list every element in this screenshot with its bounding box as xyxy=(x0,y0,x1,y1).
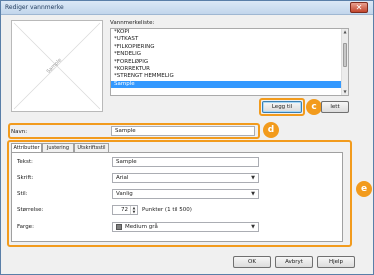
watermark-preview: Sample xyxy=(11,20,103,112)
scroll-thumb[interactable] xyxy=(343,43,347,67)
style-label: Stil: xyxy=(17,191,28,197)
list-item[interactable]: *FORELØPIG xyxy=(111,59,348,66)
scroll-up-icon[interactable]: ▲ xyxy=(342,29,348,35)
scroll-down-icon[interactable]: ▼ xyxy=(342,89,348,95)
style-select-value: Vanlig xyxy=(116,191,133,197)
attributes-panel: Tekst: Sample Skrift: Arial ▼ Stil: Vanl… xyxy=(11,152,343,242)
text-label: Tekst: xyxy=(17,159,33,165)
edit-watermark-dialog: Rediger vannmerke ✕ Sample Vannmerkelist… xyxy=(0,0,374,275)
chevron-down-icon: ▼ xyxy=(251,175,255,181)
font-label: Skrift: xyxy=(17,175,34,181)
list-item[interactable]: *STRENGT HEMMELIG xyxy=(111,73,348,80)
close-button[interactable]: ✕ xyxy=(350,2,368,13)
chevron-down-icon: ▼ xyxy=(251,191,255,197)
list-item-selected[interactable]: Sample xyxy=(111,80,348,89)
tab-alignment[interactable]: Justering xyxy=(42,143,74,152)
list-item[interactable]: *ENDELIG xyxy=(111,51,348,58)
help-button[interactable]: Hjelp xyxy=(317,256,355,268)
style-select[interactable]: Vanlig ▼ xyxy=(112,189,259,199)
list-item[interactable]: *KORREKTUR xyxy=(111,66,348,73)
ok-button[interactable]: OK xyxy=(233,256,271,268)
add-button[interactable]: Legg til xyxy=(262,101,302,113)
list-scrollbar[interactable]: ▲ ▼ xyxy=(341,29,348,95)
color-label: Farge: xyxy=(17,224,34,230)
name-field[interactable]: Sample xyxy=(111,126,255,136)
cancel-button[interactable]: Avbryt xyxy=(275,256,313,268)
font-select[interactable]: Arial ▼ xyxy=(112,173,259,183)
size-label: Størrelse: xyxy=(17,207,44,213)
color-swatch xyxy=(116,224,122,230)
font-select-value: Arial xyxy=(116,175,129,181)
chevron-down-icon: ▼ xyxy=(251,224,255,230)
list-item[interactable]: *KOPI xyxy=(111,29,348,36)
watermark-list[interactable]: *KOPI *UTKAST *FILKOPIERING *ENDELIG *FO… xyxy=(110,28,349,96)
watermark-list-label: Vannmerkeliste: xyxy=(110,20,155,26)
list-item[interactable]: *FILKOPIERING xyxy=(111,44,348,51)
callout-c-badge: c xyxy=(306,99,322,115)
callout-e-badge: e xyxy=(356,181,372,197)
size-value: 72 xyxy=(121,207,128,213)
color-select[interactable]: Medium grå ▼ xyxy=(112,222,259,232)
callout-d-badge: d xyxy=(263,122,279,138)
size-stepper[interactable]: 72 ▲ ▼ xyxy=(112,205,138,215)
delete-button[interactable]: lett xyxy=(321,101,349,113)
color-select-value: Medium grå xyxy=(125,224,158,230)
list-item[interactable]: *UTKAST xyxy=(111,36,348,43)
tab-print-style[interactable]: Utskriftsstil xyxy=(74,143,109,152)
text-input[interactable]: Sample xyxy=(112,157,259,167)
title-bar: Rediger vannmerke ✕ xyxy=(1,1,373,15)
dialog-title: Rediger vannmerke xyxy=(5,4,64,11)
stepper-arrows-icon[interactable]: ▲ ▼ xyxy=(130,206,137,214)
size-hint: Punkter (1 til 500) xyxy=(142,207,192,213)
